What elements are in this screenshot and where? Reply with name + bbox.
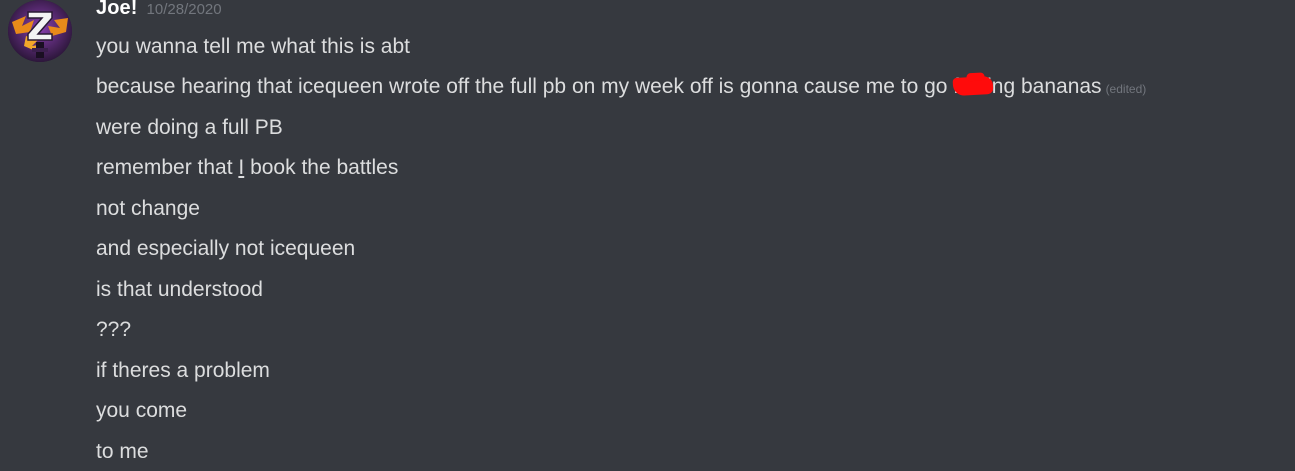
message-line: ??? — [96, 316, 131, 344]
message-text: remember that — [96, 156, 239, 179]
message-text: not change — [96, 197, 200, 220]
edited-label: (edited) — [1105, 82, 1147, 96]
message-group: Joe! 10/28/2020 you wanna tell me what t… — [0, 0, 1295, 471]
message-text: you wanna tell me what this is abt — [96, 35, 410, 58]
timestamp: 10/28/2020 — [146, 1, 222, 18]
message-text: book the battles — [244, 156, 399, 179]
message-text: ing bananas — [987, 75, 1102, 98]
user-avatar[interactable] — [8, 0, 72, 62]
username[interactable]: Joe! — [96, 0, 138, 20]
message-line: to me — [96, 438, 149, 466]
message-text: if theres a problem — [96, 359, 270, 382]
redaction-mark — [952, 75, 994, 97]
message-text: and especially not icequeen — [96, 237, 356, 260]
message-line: remember that I book the battles — [96, 154, 398, 182]
message-text: because hearing that icequeen wrote off … — [96, 75, 960, 98]
message-line: if theres a problem — [96, 357, 270, 385]
z-logo-avatar-icon — [8, 0, 72, 62]
message-line: and especially not icequeen — [96, 235, 355, 263]
message-line: is that understood — [96, 276, 263, 304]
message-text: to me — [96, 440, 149, 463]
message-line: you wanna tell me what this is abt — [96, 33, 410, 61]
message-line: because hearing that icequeen wrote off … — [96, 73, 1146, 101]
message-line: not change — [96, 195, 200, 223]
message-text: ??? — [96, 318, 132, 341]
message-text: were doing a full PB — [96, 116, 283, 139]
message-line: were doing a full PB — [96, 114, 283, 142]
message-text: you come — [96, 399, 188, 422]
message-text: is that understood — [96, 278, 263, 301]
message-line: you come — [96, 397, 187, 425]
message-header: Joe! 10/28/2020 — [96, 0, 222, 27]
